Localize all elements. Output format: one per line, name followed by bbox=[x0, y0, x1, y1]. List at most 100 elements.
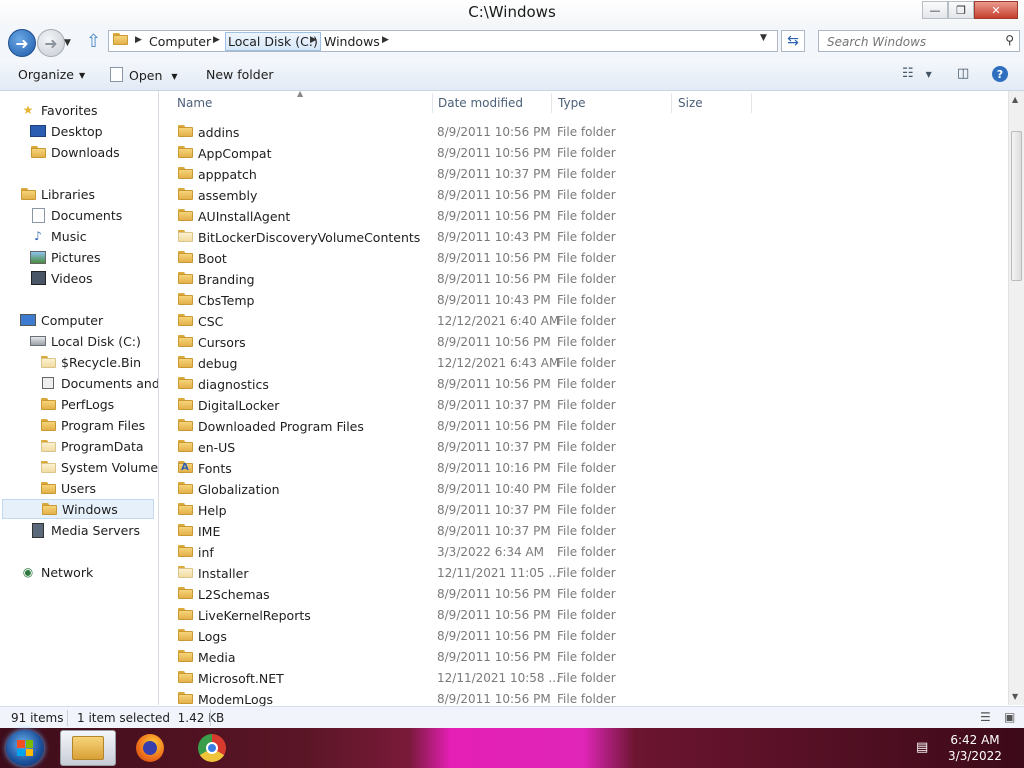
nav-desktop[interactable]: Desktop bbox=[30, 121, 103, 141]
taskbar-chrome[interactable] bbox=[184, 730, 240, 766]
nav-recycle-bin[interactable]: $Recycle.Bin bbox=[40, 352, 141, 372]
file-row[interactable]: LiveKernelReports 8/9/2011 10:56 PM File f… bbox=[160, 605, 1000, 626]
file-row[interactable]: debug 12/12/2021 6:43 AM File folder bbox=[160, 353, 1000, 374]
column-divider[interactable] bbox=[671, 93, 672, 113]
maximize-button[interactable]: ❐ bbox=[948, 1, 974, 19]
back-button[interactable]: ➜ bbox=[8, 29, 36, 57]
nav-documents-settings[interactable]: Documents and Se bbox=[40, 373, 158, 393]
nav-network[interactable]: ◉ Network bbox=[20, 562, 93, 582]
nav-local-disk[interactable]: Local Disk (C:) bbox=[30, 331, 141, 351]
chevron-right-icon[interactable]: ▶ bbox=[310, 35, 317, 45]
taskbar-firefox[interactable] bbox=[122, 730, 178, 766]
network-tray-icon[interactable]: ▤ bbox=[916, 740, 928, 755]
file-row[interactable]: Microsoft.NET 12/11/2021 10:58 ... File fo… bbox=[160, 668, 1000, 689]
command-bar: Organize ▼ Open ▼ New folder ☷ ▼ ◫ ? bbox=[0, 59, 1024, 91]
file-row[interactable]: diagnostics 8/9/2011 10:56 PM File folder bbox=[160, 374, 1000, 395]
taskbar-clock[interactable]: 6:42 AM 3/3/2022 bbox=[940, 732, 1010, 764]
file-row[interactable]: L2Schemas 8/9/2011 10:56 PM File folder bbox=[160, 584, 1000, 605]
forward-button[interactable]: ➜ bbox=[37, 29, 65, 57]
search-box[interactable]: ⚲ bbox=[818, 30, 1020, 52]
breadcrumb-local-disk[interactable]: Local Disk (C:) bbox=[225, 32, 321, 51]
nav-pictures[interactable]: Pictures bbox=[30, 247, 101, 267]
recent-pages-dropdown[interactable]: ▼ bbox=[64, 38, 71, 48]
open-button[interactable]: Open ▼ bbox=[110, 67, 178, 83]
file-row[interactable]: apppatch 8/9/2011 10:37 PM File folder bbox=[160, 164, 1000, 185]
file-row[interactable]: A Fonts 8/9/2011 10:16 PM File folder bbox=[160, 458, 1000, 479]
breadcrumb-windows[interactable]: Windows bbox=[324, 34, 380, 49]
nav-users[interactable]: Users bbox=[40, 478, 96, 498]
column-divider[interactable] bbox=[551, 93, 552, 113]
nav-downloads[interactable]: Downloads bbox=[30, 142, 120, 162]
large-icons-view-icon[interactable]: ▣ bbox=[1004, 710, 1015, 724]
nav-videos[interactable]: Videos bbox=[30, 268, 93, 288]
nav-libraries[interactable]: Libraries bbox=[20, 184, 95, 204]
preview-pane-icon[interactable]: ◫ bbox=[957, 66, 969, 81]
column-header-size[interactable]: Size bbox=[678, 96, 703, 110]
column-header-name[interactable]: Name bbox=[177, 96, 212, 110]
nav-system-volume[interactable]: System Volume In bbox=[40, 457, 158, 477]
nav-favorites[interactable]: ★ Favorites bbox=[20, 100, 98, 120]
close-button[interactable]: ✕ bbox=[974, 1, 1018, 19]
file-row[interactable]: addins 8/9/2011 10:56 PM File folder bbox=[160, 122, 1000, 143]
chevron-right-icon[interactable]: ▶ bbox=[382, 35, 389, 45]
file-row[interactable]: Cursors 8/9/2011 10:56 PM File folder bbox=[160, 332, 1000, 353]
file-row[interactable]: AUInstallAgent 8/9/2011 10:56 PM File fold… bbox=[160, 206, 1000, 227]
refresh-button[interactable]: ⇆ bbox=[781, 30, 805, 52]
nav-programdata[interactable]: ProgramData bbox=[40, 436, 144, 456]
file-row[interactable]: ModemLogs 8/9/2011 10:56 PM File folder bbox=[160, 689, 1000, 706]
view-options-icon[interactable]: ☷ ▼ bbox=[902, 66, 932, 81]
nav-program-files[interactable]: Program Files bbox=[40, 415, 145, 435]
scroll-thumb[interactable] bbox=[1011, 131, 1022, 281]
scroll-down-icon[interactable]: ▼ bbox=[1012, 692, 1018, 701]
taskbar: ▤ 6:42 AM 3/3/2022 bbox=[0, 728, 1024, 768]
start-button[interactable] bbox=[6, 730, 44, 766]
chevron-right-icon[interactable]: ▶ bbox=[213, 35, 220, 45]
details-view-icon[interactable]: ☰ bbox=[980, 710, 991, 724]
file-row[interactable]: BitLockerDiscoveryVolumeContents 8/9/2011… bbox=[160, 227, 1000, 248]
file-row[interactable]: Boot 8/9/2011 10:56 PM File folder bbox=[160, 248, 1000, 269]
file-row[interactable]: AppCompat 8/9/2011 10:56 PM File folder bbox=[160, 143, 1000, 164]
file-row[interactable]: Branding 8/9/2011 10:56 PM File folder bbox=[160, 269, 1000, 290]
file-date: 8/9/2011 10:56 PM bbox=[437, 587, 551, 601]
file-row[interactable]: Globalization 8/9/2011 10:40 PM File folde… bbox=[160, 479, 1000, 500]
address-dropdown-icon[interactable]: ▼ bbox=[760, 33, 767, 43]
file-row[interactable]: CSC 12/12/2021 6:40 AM File folder bbox=[160, 311, 1000, 332]
chevron-right-icon[interactable]: ▶ bbox=[135, 35, 142, 45]
breadcrumb-computer[interactable]: Computer bbox=[149, 34, 211, 49]
column-header-date[interactable]: Date modified bbox=[438, 96, 523, 110]
vertical-scrollbar[interactable]: ▲ ▼ bbox=[1008, 91, 1024, 705]
nav-windows[interactable]: Windows bbox=[2, 499, 154, 519]
help-icon[interactable]: ? bbox=[992, 66, 1008, 82]
file-row[interactable]: CbsTemp 8/9/2011 10:43 PM File folder bbox=[160, 290, 1000, 311]
address-bar[interactable]: ▶ Computer ▶ Local Disk (C:) ▶ Windows ▶ bbox=[108, 30, 778, 52]
minimize-button[interactable]: — bbox=[922, 1, 948, 19]
file-row[interactable]: Installer 12/11/2021 11:05 ... File folder bbox=[160, 563, 1000, 584]
new-folder-button[interactable]: New folder bbox=[206, 67, 274, 82]
organize-label: Organize bbox=[18, 67, 74, 82]
file-row[interactable]: Media 8/9/2011 10:56 PM File folder bbox=[160, 647, 1000, 668]
column-header-type[interactable]: Type bbox=[558, 96, 586, 110]
nav-media-servers[interactable]: Media Servers bbox=[30, 520, 140, 540]
file-row[interactable]: inf 3/3/2022 6:34 AM File folder bbox=[160, 542, 1000, 563]
file-name: Fonts bbox=[198, 461, 232, 476]
search-input[interactable] bbox=[825, 32, 999, 52]
file-row[interactable]: Help 8/9/2011 10:37 PM File folder bbox=[160, 500, 1000, 521]
nav-perflogs[interactable]: PerfLogs bbox=[40, 394, 114, 414]
search-icon[interactable]: ⚲ bbox=[1005, 33, 1014, 47]
column-divider[interactable] bbox=[432, 93, 433, 113]
nav-music[interactable]: ♪ Music bbox=[30, 226, 86, 246]
file-row[interactable]: DigitalLocker 8/9/2011 10:37 PM File folde… bbox=[160, 395, 1000, 416]
scroll-up-icon[interactable]: ▲ bbox=[1012, 95, 1018, 104]
nav-computer[interactable]: Computer bbox=[20, 310, 103, 330]
up-folder-icon[interactable]: ⇧ bbox=[86, 31, 101, 52]
taskbar-explorer[interactable] bbox=[60, 730, 116, 766]
document-icon bbox=[110, 67, 123, 82]
file-row[interactable]: IME 8/9/2011 10:37 PM File folder bbox=[160, 521, 1000, 542]
nav-documents[interactable]: Documents bbox=[30, 205, 122, 225]
file-row[interactable]: en-US 8/9/2011 10:37 PM File folder bbox=[160, 437, 1000, 458]
organize-button[interactable]: Organize ▼ bbox=[18, 67, 85, 82]
file-row[interactable]: Downloaded Program Files 8/9/2011 10:56 P… bbox=[160, 416, 1000, 437]
file-row[interactable]: Logs 8/9/2011 10:56 PM File folder bbox=[160, 626, 1000, 647]
file-row[interactable]: assembly 8/9/2011 10:56 PM File folder bbox=[160, 185, 1000, 206]
column-divider[interactable] bbox=[751, 93, 752, 113]
